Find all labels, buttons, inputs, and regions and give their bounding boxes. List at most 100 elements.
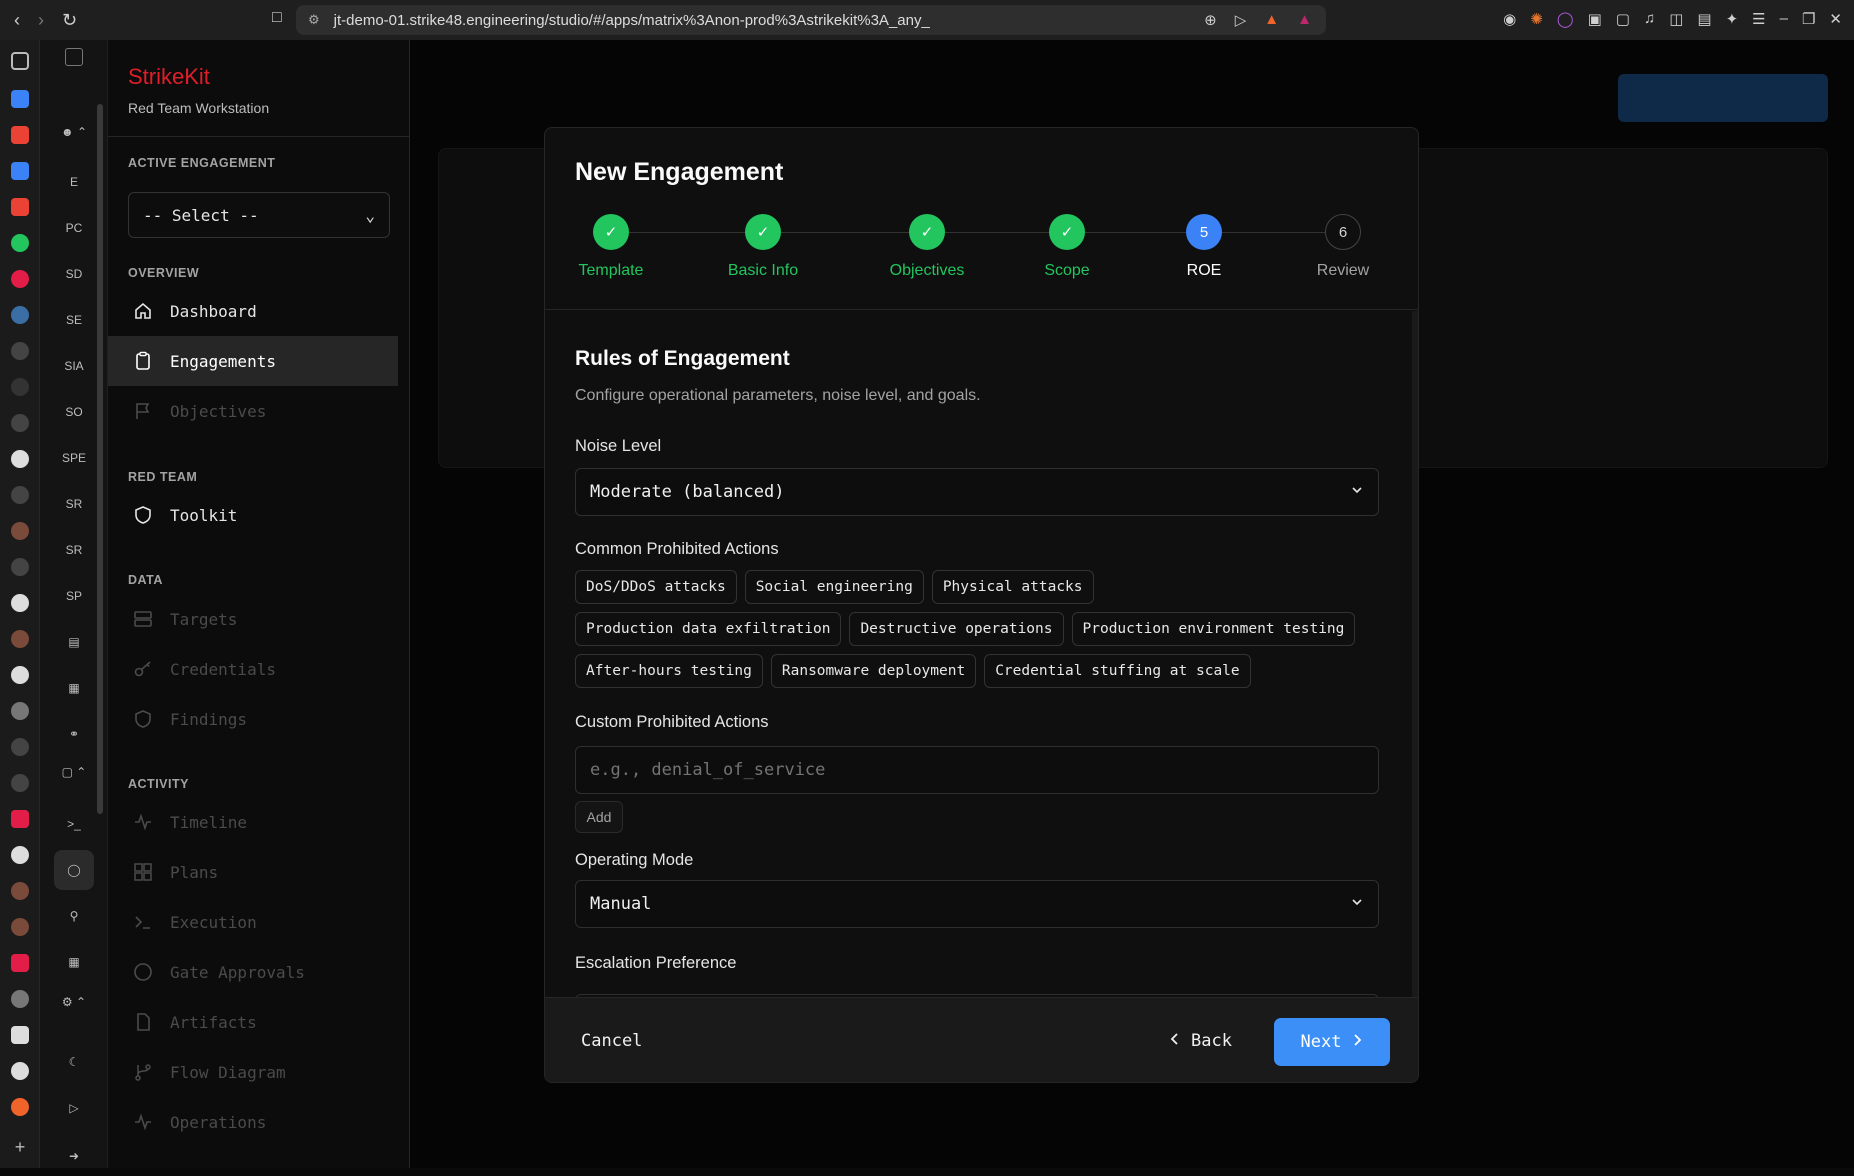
app-icon[interactable] xyxy=(11,342,29,360)
calendar-icon[interactable] xyxy=(11,162,29,180)
sidebar-item-timeline[interactable]: Timeline xyxy=(108,797,398,847)
restore-icon[interactable]: ❐ xyxy=(1802,10,1815,28)
rail-item[interactable]: SIA xyxy=(54,346,94,386)
calendar-icon[interactable] xyxy=(11,90,29,108)
music-icon[interactable]: ♫ xyxy=(1644,10,1655,28)
app-icon[interactable] xyxy=(11,486,29,504)
app-icon[interactable] xyxy=(11,414,29,432)
sidebar-item-artifacts[interactable]: Artifacts xyxy=(108,997,398,1047)
sidebar-item-credentials[interactable]: Credentials xyxy=(108,644,398,694)
site-info-icon[interactable]: ⚙ xyxy=(308,12,320,28)
sidebar-item-dashboard[interactable]: Dashboard xyxy=(108,286,398,336)
back-button[interactable]: Back xyxy=(1157,1018,1244,1064)
add-button[interactable]: Add xyxy=(575,801,623,833)
sidebar-item-targets[interactable]: Targets xyxy=(108,594,398,644)
moon-icon[interactable]: ☾ xyxy=(54,1042,94,1082)
app-icon[interactable] xyxy=(11,702,29,720)
app-icon[interactable] xyxy=(11,630,29,648)
rail-scrollbar[interactable] xyxy=(97,104,103,814)
package-collapse-icon[interactable]: ▢ ⌃ xyxy=(54,762,94,782)
address-bar[interactable]: ⚙ jt-demo-01.strike48.engineering/studio… xyxy=(296,5,1326,35)
rewards-icon[interactable]: ▲ xyxy=(1297,11,1312,29)
app-icon[interactable] xyxy=(11,558,29,576)
step-roe[interactable]: 5 ROE xyxy=(1179,214,1229,280)
extension-icon[interactable]: ✺ xyxy=(1530,10,1543,28)
sidebar-toggle-icon[interactable] xyxy=(65,48,83,66)
github-icon[interactable] xyxy=(11,846,29,864)
rail-item[interactable]: SE xyxy=(54,300,94,340)
users-collapse-icon[interactable]: ☻ ⌃ xyxy=(54,122,94,142)
terminal-icon[interactable]: >_ xyxy=(54,804,94,844)
sidebar-item-operations[interactable]: Operations xyxy=(108,1097,398,1147)
custom-prohibited-input[interactable] xyxy=(575,746,1379,794)
app-icon[interactable] xyxy=(11,738,29,756)
rail-item[interactable]: E xyxy=(54,162,94,202)
reddit-icon[interactable] xyxy=(11,1098,29,1116)
phone-icon[interactable] xyxy=(11,234,29,252)
prohibited-chip[interactable]: Production data exfiltration xyxy=(575,612,842,646)
sidebar-toggle-icon[interactable]: ◫ xyxy=(1669,10,1683,28)
bookmark-icon[interactable]: □ xyxy=(272,9,282,27)
sidebar-item-engagements[interactable]: Engagements xyxy=(108,336,398,386)
next-button[interactable]: Next xyxy=(1274,1018,1390,1066)
settings-collapse-icon[interactable]: ⚙ ⌃ xyxy=(54,992,94,1012)
rail-item[interactable]: SO xyxy=(54,392,94,432)
app-icon[interactable] xyxy=(11,990,29,1008)
cancel-button[interactable]: Cancel xyxy=(565,1018,658,1064)
search-icon[interactable]: ⚲ xyxy=(54,896,94,936)
workflow-icon[interactable]: ⚭ xyxy=(54,714,94,754)
prohibited-chip[interactable]: Production environment testing xyxy=(1071,612,1356,646)
prohibited-chip[interactable]: Credential stuffing at scale xyxy=(984,654,1251,688)
briefcase-icon[interactable]: ▦ xyxy=(54,942,94,982)
plus-icon[interactable]: + xyxy=(11,1138,29,1156)
zoom-icon[interactable]: ⊕ xyxy=(1204,11,1217,29)
youtube-icon[interactable] xyxy=(11,954,29,972)
sidebar-item-gate-approvals[interactable]: Gate Approvals xyxy=(108,947,398,997)
menu-icon[interactable]: ☰ xyxy=(1752,10,1765,28)
leo-icon[interactable]: ✦ xyxy=(1726,10,1739,28)
extension-icon[interactable]: ◉ xyxy=(1503,10,1516,28)
extension-icon[interactable]: ◯ xyxy=(1557,10,1574,28)
prohibited-chip[interactable]: DoS/DDoS attacks xyxy=(575,570,737,604)
app-icon[interactable] xyxy=(11,1026,29,1044)
step-basic-info[interactable]: ✓ Basic Info xyxy=(721,214,805,280)
github-icon[interactable] xyxy=(11,1062,29,1080)
step-review[interactable]: 6 Review xyxy=(1313,214,1373,280)
engagement-select[interactable]: -- Select -- ⌄ xyxy=(128,192,390,238)
app-icon[interactable] xyxy=(11,774,29,792)
wallet-icon[interactable]: ▤ xyxy=(1697,10,1711,28)
app-icon[interactable] xyxy=(11,306,29,324)
noise-level-select[interactable]: Moderate (balanced) xyxy=(575,468,1379,516)
record-icon[interactable] xyxy=(11,270,29,288)
gmail-icon[interactable] xyxy=(11,198,29,216)
step-scope[interactable]: ✓ Scope xyxy=(1037,214,1097,280)
brave-shield-icon[interactable]: ▲ xyxy=(1264,11,1279,29)
puzzle-icon[interactable]: ▣ xyxy=(1588,10,1602,28)
step-objectives[interactable]: ✓ Objectives xyxy=(885,214,969,280)
github-icon[interactable] xyxy=(11,594,29,612)
modal-scrollbar[interactable] xyxy=(1412,311,1418,997)
megaphone-icon[interactable]: ▷ xyxy=(54,1088,94,1128)
app-icon[interactable] xyxy=(11,918,29,936)
sidebar-item-toolkit[interactable]: Toolkit xyxy=(108,490,398,540)
rail-item[interactable]: SPE xyxy=(54,438,94,478)
sidebar-item-findings[interactable]: Findings xyxy=(108,694,398,744)
close-window-icon[interactable]: ✕ xyxy=(1829,10,1842,28)
back-arrow-icon[interactable]: ‹ xyxy=(14,10,20,31)
step-template[interactable]: ✓ Template xyxy=(571,214,651,280)
rail-item[interactable]: SR xyxy=(54,530,94,570)
logout-icon[interactable]: ➜ xyxy=(54,1136,94,1176)
github-icon[interactable] xyxy=(11,450,29,468)
prohibited-chip[interactable]: Social engineering xyxy=(744,570,924,604)
operating-mode-select[interactable]: Manual xyxy=(575,880,1379,928)
app-icon[interactable] xyxy=(11,666,29,684)
prohibited-chip[interactable]: After-hours testing xyxy=(575,654,763,688)
youtube-icon[interactable] xyxy=(11,810,29,828)
sidebar-item-execution[interactable]: Execution xyxy=(108,897,398,947)
app-icon[interactable] xyxy=(11,882,29,900)
forward-arrow-icon[interactable]: › xyxy=(38,10,44,31)
sidebar-item-plans[interactable]: Plans xyxy=(108,847,398,897)
app-icon[interactable] xyxy=(11,522,29,540)
sidebar-item-objectives[interactable]: Objectives xyxy=(108,386,398,436)
shield-icon[interactable]: ◯ xyxy=(54,850,94,890)
